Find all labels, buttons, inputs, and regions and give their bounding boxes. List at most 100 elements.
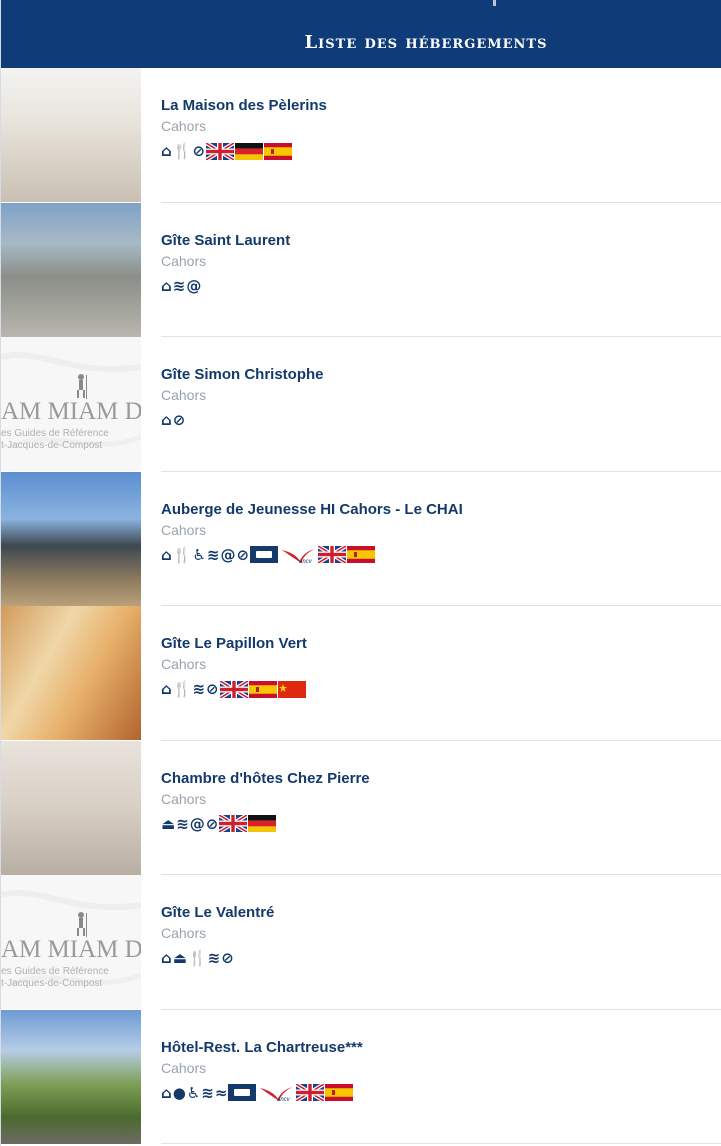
list-item[interactable]: AM MIAM DO es Guides de Référence t-Jacq… <box>1 337 721 472</box>
flag-uk-icon <box>318 546 347 563</box>
list-item[interactable]: Chambre d'hôtes Chez Pierre Cahors ⏏ ≋ @ ⊘ <box>1 740 721 876</box>
logo-brand: AM MIAM DO <box>1 398 141 425</box>
wheelchair-icon: ♿ <box>192 545 206 564</box>
house-icon: ⌂ <box>161 680 172 698</box>
flag-cn-icon <box>277 680 306 698</box>
wifi-icon: ≋ <box>207 949 221 967</box>
accommodation-city: Cahors <box>161 656 207 672</box>
logo-line-1: es Guides de Référence <box>1 428 109 439</box>
list-item[interactable]: Gîte Le Papillon Vert Cahors ⌂ 🍴 ≋ ⊘ <box>1 606 721 741</box>
cutlery-icon: 🍴 <box>172 142 192 160</box>
status-tick <box>493 0 496 6</box>
accommodation-name: Gîte Le Papillon Vert <box>161 635 307 652</box>
no-dogs-icon: ⊘ <box>236 545 250 564</box>
house-icon: ⌂ <box>161 142 172 160</box>
cutlery-icon: 🍴 <box>172 545 192 564</box>
item-info: Gîte Simon Christophe Cahors ⌂ ⊘ <box>141 337 324 430</box>
thumbnail <box>1 202 141 337</box>
no-dogs-icon: ⊘ <box>221 949 234 967</box>
accommodation-name: Chambre d'hôtes Chez Pierre <box>161 769 370 787</box>
house-icon: ⌂ <box>161 276 172 295</box>
amenity-icons: ⌂ ≋ @ <box>161 276 290 296</box>
ancv-label: ancv <box>299 559 313 564</box>
list-item[interactable]: Auberge de Jeunesse HI Cahors - Le CHAI C… <box>1 471 721 607</box>
house-icon: ⌂ <box>161 411 172 429</box>
cutlery-icon: 🍴 <box>172 680 192 698</box>
thumbnail: AM MIAM DO es Guides de Référence t-Jacq… <box>1 337 141 471</box>
accommodation-name: Gîte Saint Laurent <box>161 231 291 249</box>
card-icon <box>250 546 279 563</box>
wifi-icon: ≋ <box>206 545 220 564</box>
accommodation-name: Gîte Le Valentré <box>161 904 275 921</box>
flag-de-icon <box>248 815 277 832</box>
pool-icon: ≈ <box>214 1083 228 1102</box>
flag-es-icon <box>264 142 293 160</box>
page-title: Liste des hébergements <box>304 31 548 53</box>
item-info: Auberge de Jeunesse HI Cahors - Le CHAI C… <box>141 472 463 565</box>
header-bar: Liste des hébergements <box>1 0 721 68</box>
thumbnail <box>1 68 141 202</box>
thumbnail: AM MIAM DO es Guides de Référence t-Jacq… <box>1 875 141 1009</box>
item-info: Chambre d'hôtes Chez Pierre Cahors ⏏ ≋ @ ⊘ <box>141 741 370 834</box>
thumbnail <box>1 606 141 740</box>
thumbnail <box>1 740 141 875</box>
miam-miam-dodo-logo: AM MIAM DO es Guides de Référence t-Jacq… <box>1 337 141 471</box>
cutlery-icon: 🍴 <box>187 949 207 967</box>
accommodation-city: Cahors <box>161 925 207 941</box>
accommodation-name: Gîte Simon Christophe <box>161 366 324 383</box>
amenity-icons: ⌂ 🍴 ♿ ≋ @ ⊘ ancv <box>161 545 463 565</box>
ancv-label: ancv <box>277 1097 291 1102</box>
at-icon: @ <box>220 545 236 564</box>
amenity-icons: ⏏ ≋ @ ⊘ <box>161 814 370 834</box>
ancv-icon: ancv <box>258 1084 294 1103</box>
wifi-icon: ≋ <box>201 1083 214 1102</box>
accommodation-city: Cahors <box>161 521 207 538</box>
house-icon: ⌂ <box>161 949 172 967</box>
item-info: Gîte Le Papillon Vert Cahors ⌂ 🍴 ≋ ⊘ <box>141 606 307 699</box>
amenity-icons: ⌂ ● ♿ ≋ ≈ ancv <box>161 1083 363 1103</box>
house-icon: ⌂ <box>161 545 172 564</box>
accommodation-name: La Maison des Pèlerins <box>161 97 327 114</box>
flag-uk-icon <box>219 680 248 698</box>
no-dogs-icon: ⊘ <box>205 814 219 833</box>
restaurant-icon: ● <box>172 1083 186 1102</box>
accommodation-city: Cahors <box>161 118 207 134</box>
accommodation-name: Auberge de Jeunesse HI Cahors - Le CHAI <box>161 500 463 518</box>
accommodation-city: Cahors <box>161 387 207 403</box>
flag-de-icon <box>235 142 264 160</box>
no-dogs-icon: ⊘ <box>206 680 219 698</box>
ancv-icon: ancv <box>280 546 316 565</box>
list-item[interactable]: AM MIAM DO es Guides de Référence t-Jacq… <box>1 875 721 1010</box>
item-info: La Maison des Pèlerins Cahors ⌂ 🍴 ⊘ <box>141 68 327 161</box>
flag-es-icon <box>347 546 376 563</box>
amenity-icons: ⌂ 🍴 ⊘ <box>161 141 327 161</box>
accommodation-list: La Maison des Pèlerins Cahors ⌂ 🍴 ⊘ Gîte Sai… <box>1 68 721 1144</box>
amenity-icons: ⌂ ⏏ 🍴 ≋ ⊘ <box>161 948 274 968</box>
accommodation-city: Cahors <box>161 252 207 269</box>
list-item[interactable]: La Maison des Pèlerins Cahors ⌂ 🍴 ⊘ <box>1 68 721 203</box>
card-icon <box>228 1084 257 1101</box>
flag-uk-icon <box>206 142 235 160</box>
accommodation-city: Cahors <box>161 790 207 807</box>
bed-house-icon: ⏏ <box>161 814 176 833</box>
flag-es-icon <box>325 1084 354 1101</box>
flag-es-icon <box>248 680 277 698</box>
logo-line-2: t-Jacques-de-Compost <box>1 440 102 451</box>
list-item[interactable]: Gîte Saint Laurent Cahors ⌂ ≋ @ <box>1 202 721 338</box>
wifi-icon: ≋ <box>176 814 189 833</box>
flag-uk-icon <box>296 1084 325 1101</box>
miam-miam-dodo-logo: AM MIAM DO es Guides de Référence t-Jacq… <box>1 875 141 1009</box>
no-dogs-icon: ⊘ <box>172 411 186 429</box>
item-info: Gîte Saint Laurent Cahors ⌂ ≋ @ <box>141 203 290 296</box>
app-window: Liste des hébergements La Maison des Pèl… <box>0 0 721 1146</box>
logo-brand: AM MIAM DO <box>1 936 141 963</box>
at-icon: @ <box>186 276 202 295</box>
amenity-icons: ⌂ ⊘ <box>161 410 324 430</box>
flag-uk-icon <box>219 815 248 832</box>
logo-line-2: t-Jacques-de-Compost <box>1 978 102 989</box>
logo-line-1: es Guides de Référence <box>1 966 109 977</box>
wifi-icon: ≋ <box>172 276 186 295</box>
hotel-icon: ⌂ <box>161 1083 172 1102</box>
list-item[interactable]: Hôtel-Rest. La Chartreuse*** Cahors ⌂ ● ♿ ≋ ≈ … <box>1 1009 721 1145</box>
accommodation-name: Hôtel-Rest. La Chartreuse*** <box>161 1038 363 1056</box>
